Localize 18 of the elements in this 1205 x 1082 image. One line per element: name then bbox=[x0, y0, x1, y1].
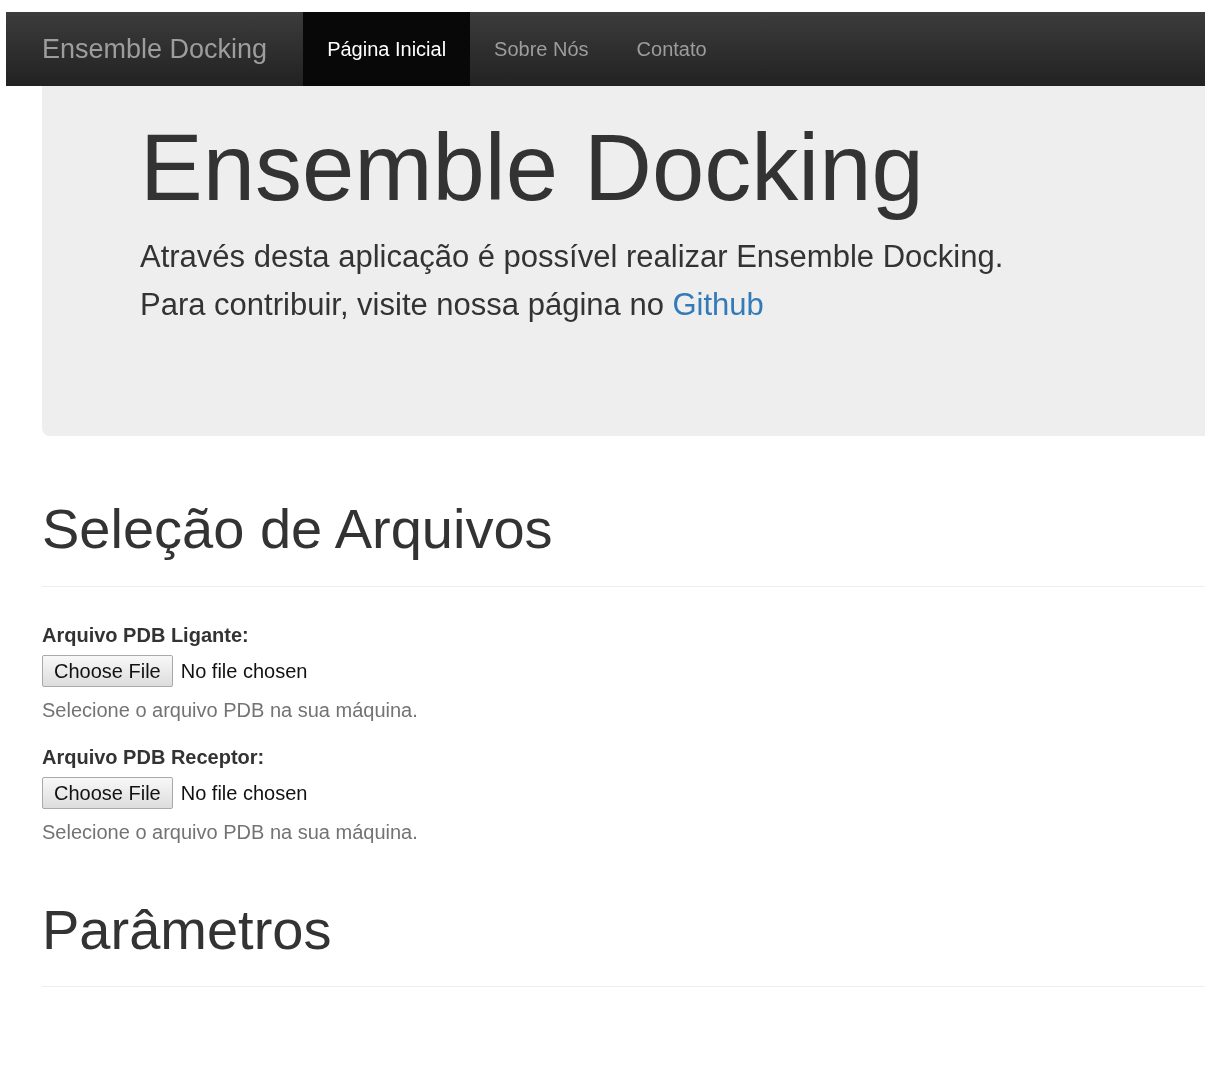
nav-tab[interactable]: Sobre Nós bbox=[470, 12, 613, 86]
contribute-text: Para contribuir, visite nossa página no Github bbox=[140, 286, 765, 325]
brand-link[interactable]: Ensemble Docking bbox=[6, 12, 304, 86]
help-text: Selecione o arquivo PDB na sua máquina. bbox=[42, 819, 419, 845]
choose-file-button[interactable]: Choose File bbox=[42, 654, 173, 687]
section-heading: Parâmetros bbox=[42, 898, 1205, 988]
nav-tab[interactable]: Contato bbox=[612, 12, 731, 86]
field-label: Arquivo PDB Receptor: bbox=[42, 744, 266, 770]
file-status: No file chosen bbox=[180, 658, 308, 684]
page-title: Ensemble Docking bbox=[140, 116, 925, 220]
github-link[interactable]: Github bbox=[672, 287, 764, 323]
choose-file-button[interactable]: Choose File bbox=[42, 776, 173, 809]
file-status: No file chosen bbox=[180, 780, 308, 806]
section-heading: Seleção de Arquivos bbox=[42, 498, 1205, 587]
field-label: Arquivo PDB Ligante: bbox=[42, 622, 250, 648]
intro-text: Através desta aplicação é possível realizar Ensemble Docking. bbox=[140, 238, 1005, 277]
nav-tab[interactable]: Página Inicial bbox=[303, 12, 471, 86]
help-text: Selecione o arquivo PDB na sua máquina. bbox=[42, 697, 419, 723]
